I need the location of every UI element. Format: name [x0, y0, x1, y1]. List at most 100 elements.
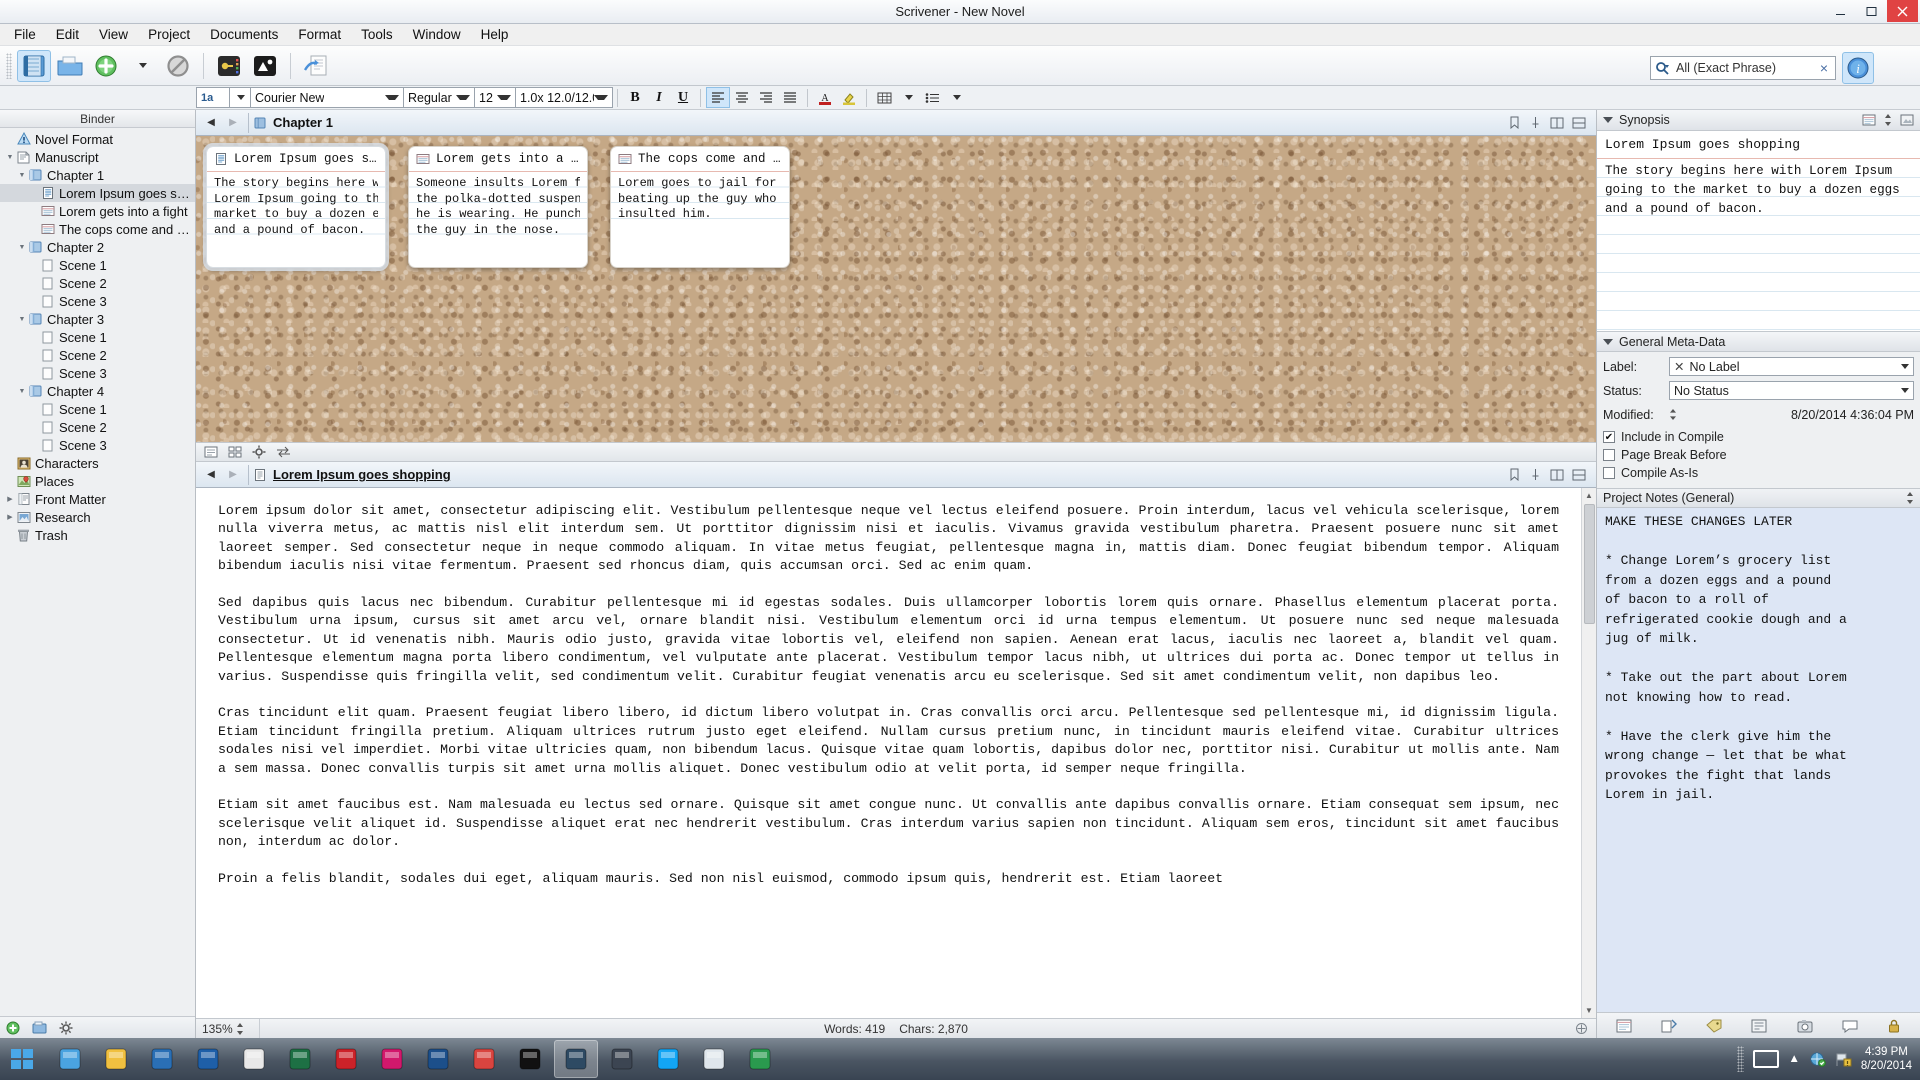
status-select[interactable]: No Status: [1669, 381, 1914, 400]
align-center-button[interactable]: [730, 87, 754, 108]
corkboard[interactable]: Lorem Ipsum goes s… The story begins here…: [196, 136, 1596, 442]
add-button[interactable]: [89, 50, 123, 82]
align-justify-button[interactable]: [778, 87, 802, 108]
binder-item-novel-format[interactable]: Novel Format: [0, 130, 195, 148]
action-center-icon[interactable]: [1835, 1052, 1852, 1067]
document-forward-button[interactable]: ▶: [222, 465, 244, 485]
zoom-stepper-icon[interactable]: [236, 1022, 244, 1036]
binder-item-research[interactable]: ▶ Research: [0, 508, 195, 526]
project-notes-text[interactable]: MAKE THESE CHANGES LATER * Change Lorem’s…: [1597, 508, 1920, 1012]
meta-data-header[interactable]: General Meta-Data: [1597, 331, 1920, 352]
notes-icon[interactable]: [1616, 1019, 1632, 1033]
search-value[interactable]: All (Exact Phrase): [1676, 61, 1817, 75]
scrollbar-thumb[interactable]: [1584, 504, 1595, 624]
menu-view[interactable]: View: [89, 25, 138, 44]
inspector-toggle-button[interactable]: i: [1842, 52, 1874, 84]
taskbar-app-notepad[interactable]: [232, 1040, 276, 1078]
synopsis-image-icon[interactable]: [1900, 114, 1914, 126]
export-button[interactable]: [299, 50, 333, 82]
search-clear-icon[interactable]: ×: [1817, 60, 1831, 76]
binder-item-front-matter[interactable]: ▶ Front Matter: [0, 490, 195, 508]
corkboard-forward-button[interactable]: ▶: [222, 113, 244, 133]
menu-file[interactable]: File: [4, 25, 46, 44]
references-icon[interactable]: [1661, 1019, 1677, 1033]
taskbar-app-skype[interactable]: [646, 1040, 690, 1078]
clock[interactable]: 4:39 PM 8/20/2014: [1861, 1045, 1912, 1073]
chevron-down-icon[interactable]: ▼: [16, 388, 28, 395]
taskbar-app-excel[interactable]: [278, 1040, 322, 1078]
chevron-down-icon[interactable]: ▼: [16, 244, 28, 251]
minimize-button[interactable]: [1825, 0, 1856, 22]
taskbar-app-scrivener[interactable]: [554, 1040, 598, 1078]
corkboard-options-icon[interactable]: [252, 445, 266, 459]
synopsis-header[interactable]: Synopsis: [1597, 110, 1920, 131]
index-card[interactable]: Lorem Ipsum goes s… The story begins here…: [203, 143, 389, 271]
binder-item-chapter-3[interactable]: ▼ Chapter 3: [0, 310, 195, 328]
align-right-button[interactable]: [754, 87, 778, 108]
scroll-down-icon[interactable]: ▼: [1585, 1003, 1593, 1018]
list-button[interactable]: [920, 87, 944, 108]
taskbar-app-cmd[interactable]: [508, 1040, 552, 1078]
table-dropdown[interactable]: [896, 87, 920, 108]
start-button[interactable]: [0, 1039, 44, 1079]
binder-item-scene-2[interactable]: Scene 2: [0, 346, 195, 364]
font-size-select[interactable]: 12: [474, 87, 516, 108]
search-input[interactable]: All (Exact Phrase) ×: [1650, 56, 1836, 80]
delete-button[interactable]: [161, 50, 195, 82]
text-editor[interactable]: Lorem ipsum dolor sit amet, consectetur …: [196, 488, 1581, 1018]
snapshots-icon[interactable]: [1797, 1019, 1813, 1033]
binder-item-chapter-4[interactable]: ▼ Chapter 4: [0, 382, 195, 400]
binder-tree[interactable]: Novel Format ▼ Manuscript ▼ Chapter 1 Lorem I…: [0, 128, 195, 1016]
chevron-right-icon[interactable]: ▶: [4, 495, 16, 503]
font-family-select[interactable]: Courier New: [250, 87, 404, 108]
label-select[interactable]: ✕ No Label: [1669, 357, 1914, 376]
corkboard-back-button[interactable]: ◀: [200, 113, 222, 133]
close-button[interactable]: [1887, 0, 1918, 22]
notes-stepper-icon[interactable]: [1906, 491, 1914, 505]
index-card[interactable]: The cops come and … Lorem goes to jail fo…: [610, 146, 790, 268]
view-outline-icon[interactable]: [204, 446, 218, 458]
align-left-button[interactable]: [706, 87, 730, 108]
compile-as-is-checkbox[interactable]: Compile As-Is: [1603, 464, 1914, 482]
index-card-body[interactable]: Someone insults Lorem for the polka-dotte…: [409, 172, 587, 239]
index-card[interactable]: Lorem gets into a … Someone insults Lorem…: [408, 146, 588, 268]
synopsis-title[interactable]: Lorem Ipsum goes shopping: [1597, 131, 1920, 159]
menu-edit[interactable]: Edit: [46, 25, 89, 44]
binder-item-places[interactable]: Places: [0, 472, 195, 490]
corkboard-arrange-icon[interactable]: [276, 446, 291, 458]
menu-project[interactable]: Project: [138, 25, 200, 44]
taskbar-app-archive[interactable]: [600, 1040, 644, 1078]
synopsis-card-icon[interactable]: [1862, 114, 1876, 126]
doc-split-horizontal-icon[interactable]: [1550, 469, 1564, 481]
meta-icon[interactable]: [1751, 1019, 1767, 1033]
network-icon[interactable]: [1809, 1052, 1826, 1067]
taskbar-app-acrobat[interactable]: [324, 1040, 368, 1078]
index-card-body[interactable]: Lorem goes to jail for beating up the guy…: [611, 172, 789, 223]
document-back-button[interactable]: ◀: [200, 465, 222, 485]
taskbar-app-file-explorer[interactable]: [94, 1040, 138, 1078]
binder-item-chapter-1[interactable]: ▼ Chapter 1: [0, 166, 195, 184]
menu-tools[interactable]: Tools: [351, 25, 403, 44]
toolbar-grip[interactable]: [6, 52, 12, 79]
zoom-control[interactable]: 135%: [196, 1018, 260, 1039]
binder-item-scene-2[interactable]: Scene 2: [0, 274, 195, 292]
modified-stepper-icon[interactable]: [1669, 408, 1677, 421]
keywords-button[interactable]: [212, 50, 246, 82]
synopsis-stepper-icon[interactable]: [1884, 113, 1892, 127]
page-break-before-checkbox[interactable]: Page Break Before: [1603, 446, 1914, 464]
view-corkboard-icon[interactable]: [228, 446, 242, 458]
binder-item-scene-1[interactable]: Scene 1: [0, 328, 195, 346]
chevron-right-icon[interactable]: ▶: [4, 513, 16, 521]
taskbar-app-indesign[interactable]: [370, 1040, 414, 1078]
header-split-horizontal-icon[interactable]: [1550, 117, 1564, 129]
menu-help[interactable]: Help: [471, 25, 519, 44]
keyboard-icon[interactable]: [1753, 1050, 1780, 1068]
header-pin-icon[interactable]: [1529, 116, 1542, 129]
binder-collections-icon[interactable]: [32, 1021, 47, 1034]
binder-item-lorem-gets-into-a-fight[interactable]: Lorem gets into a fight: [0, 202, 195, 220]
taskbar-app-chrome[interactable]: [462, 1040, 506, 1078]
binder-item-scene-2[interactable]: Scene 2: [0, 418, 195, 436]
binder-item-manuscript[interactable]: ▼ Manuscript: [0, 148, 195, 166]
maximize-button[interactable]: [1856, 0, 1887, 22]
taskbar-app-internet-explorer[interactable]: [48, 1040, 92, 1078]
